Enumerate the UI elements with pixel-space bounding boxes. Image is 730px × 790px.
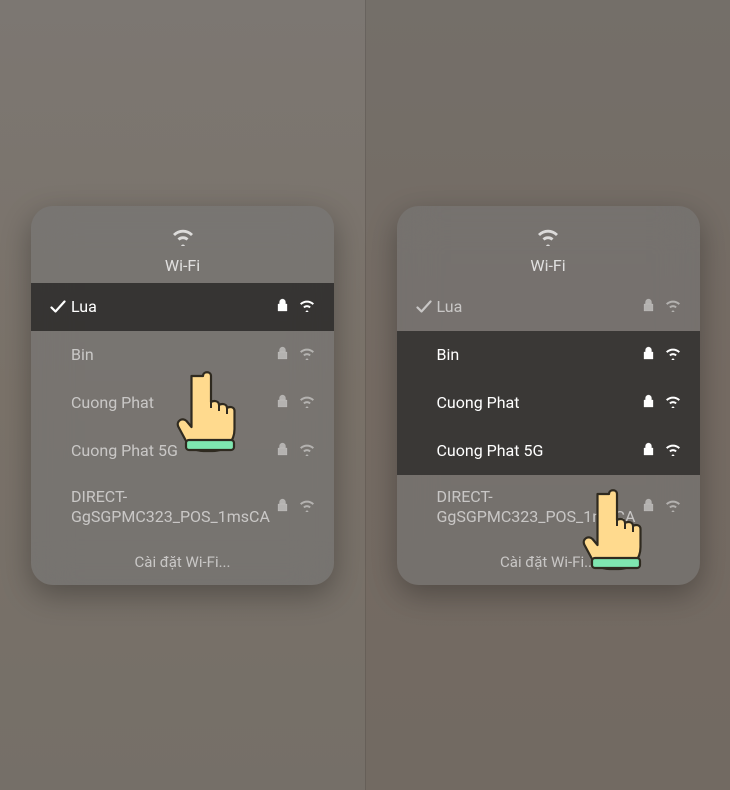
wifi-signal-icon: [298, 345, 316, 364]
network-status-icons: [643, 393, 682, 412]
popup-header: Wi-Fi: [397, 224, 700, 275]
popup-header: Wi-Fi: [31, 224, 334, 275]
network-name: Cuong Phat: [437, 393, 643, 412]
wifi-signal-icon: [298, 497, 316, 516]
wifi-settings-link[interactable]: Cài đặt Wi-Fi...: [397, 539, 700, 579]
lock-icon: [277, 345, 288, 364]
screenshot-right: Wi-Fi Lua Bin Cuong Phat Cuong Phat 5G DIREC…: [365, 0, 730, 790]
lock-icon: [277, 497, 288, 516]
network-name: Lua: [437, 297, 643, 316]
network-status-icons: [277, 441, 316, 460]
lock-icon: [643, 297, 654, 316]
network-item[interactable]: Cuong Phat 5G: [397, 427, 700, 475]
network-name: Cuong Phat: [71, 393, 277, 412]
wifi-signal-icon: [298, 441, 316, 460]
pointing-hand-icon: [581, 486, 651, 571]
network-item[interactable]: Cuong Phat: [397, 379, 700, 427]
wifi-icon: [534, 224, 562, 250]
network-list: Lua Bin Cuong Phat Cuong Phat 5G DIRECT-GgSG…: [397, 283, 700, 539]
wifi-signal-icon: [664, 345, 682, 364]
wifi-settings-link[interactable]: Cài đặt Wi-Fi...: [31, 539, 334, 579]
network-status-icons: [277, 345, 316, 364]
wifi-signal-icon: [664, 441, 682, 460]
network-status-icons: [643, 345, 682, 364]
popup-title: Wi-Fi: [165, 256, 200, 275]
wifi-popup: Wi-Fi Lua Bin Cuong Phat Cuong Phat 5G DIREC…: [397, 206, 700, 585]
network-item[interactable]: DIRECT-GgSGPMC323_POS_1msCA: [397, 475, 700, 539]
wifi-signal-icon: [664, 497, 682, 516]
wifi-signal-icon: [298, 297, 316, 316]
lock-icon: [643, 441, 654, 460]
network-status-icons: [643, 441, 682, 460]
network-name: Lua: [71, 297, 277, 316]
wifi-signal-icon: [664, 393, 682, 412]
network-name: Bin: [71, 345, 277, 364]
lock-icon: [277, 393, 288, 412]
lock-icon: [277, 441, 288, 460]
network-status-icons: [277, 297, 316, 316]
wifi-icon: [169, 224, 197, 250]
screenshot-left: Wi-Fi Lua Bin Cuong Phat Cuong Phat 5G DIREC…: [0, 0, 365, 790]
network-item[interactable]: Bin: [397, 331, 700, 379]
network-name: DIRECT-GgSGPMC323_POS_1msCA: [71, 487, 277, 525]
popup-title: Wi-Fi: [530, 256, 565, 275]
lock-icon: [643, 345, 654, 364]
network-name: Cuong Phat 5G: [437, 441, 643, 460]
network-item[interactable]: DIRECT-GgSGPMC323_POS_1msCA: [31, 475, 334, 539]
network-name: Cuong Phat 5G: [71, 441, 277, 460]
wifi-signal-icon: [298, 393, 316, 412]
network-item[interactable]: Lua: [397, 283, 700, 331]
network-status-icons: [643, 297, 682, 316]
network-status-icons: [277, 393, 316, 412]
checkmark-icon: [45, 300, 71, 314]
lock-icon: [277, 297, 288, 316]
network-name: Bin: [437, 345, 643, 364]
network-item[interactable]: Lua: [31, 283, 334, 331]
checkmark-icon: [411, 300, 437, 314]
pointing-hand-icon: [175, 368, 245, 453]
wifi-signal-icon: [664, 297, 682, 316]
lock-icon: [643, 393, 654, 412]
network-status-icons: [277, 497, 316, 516]
